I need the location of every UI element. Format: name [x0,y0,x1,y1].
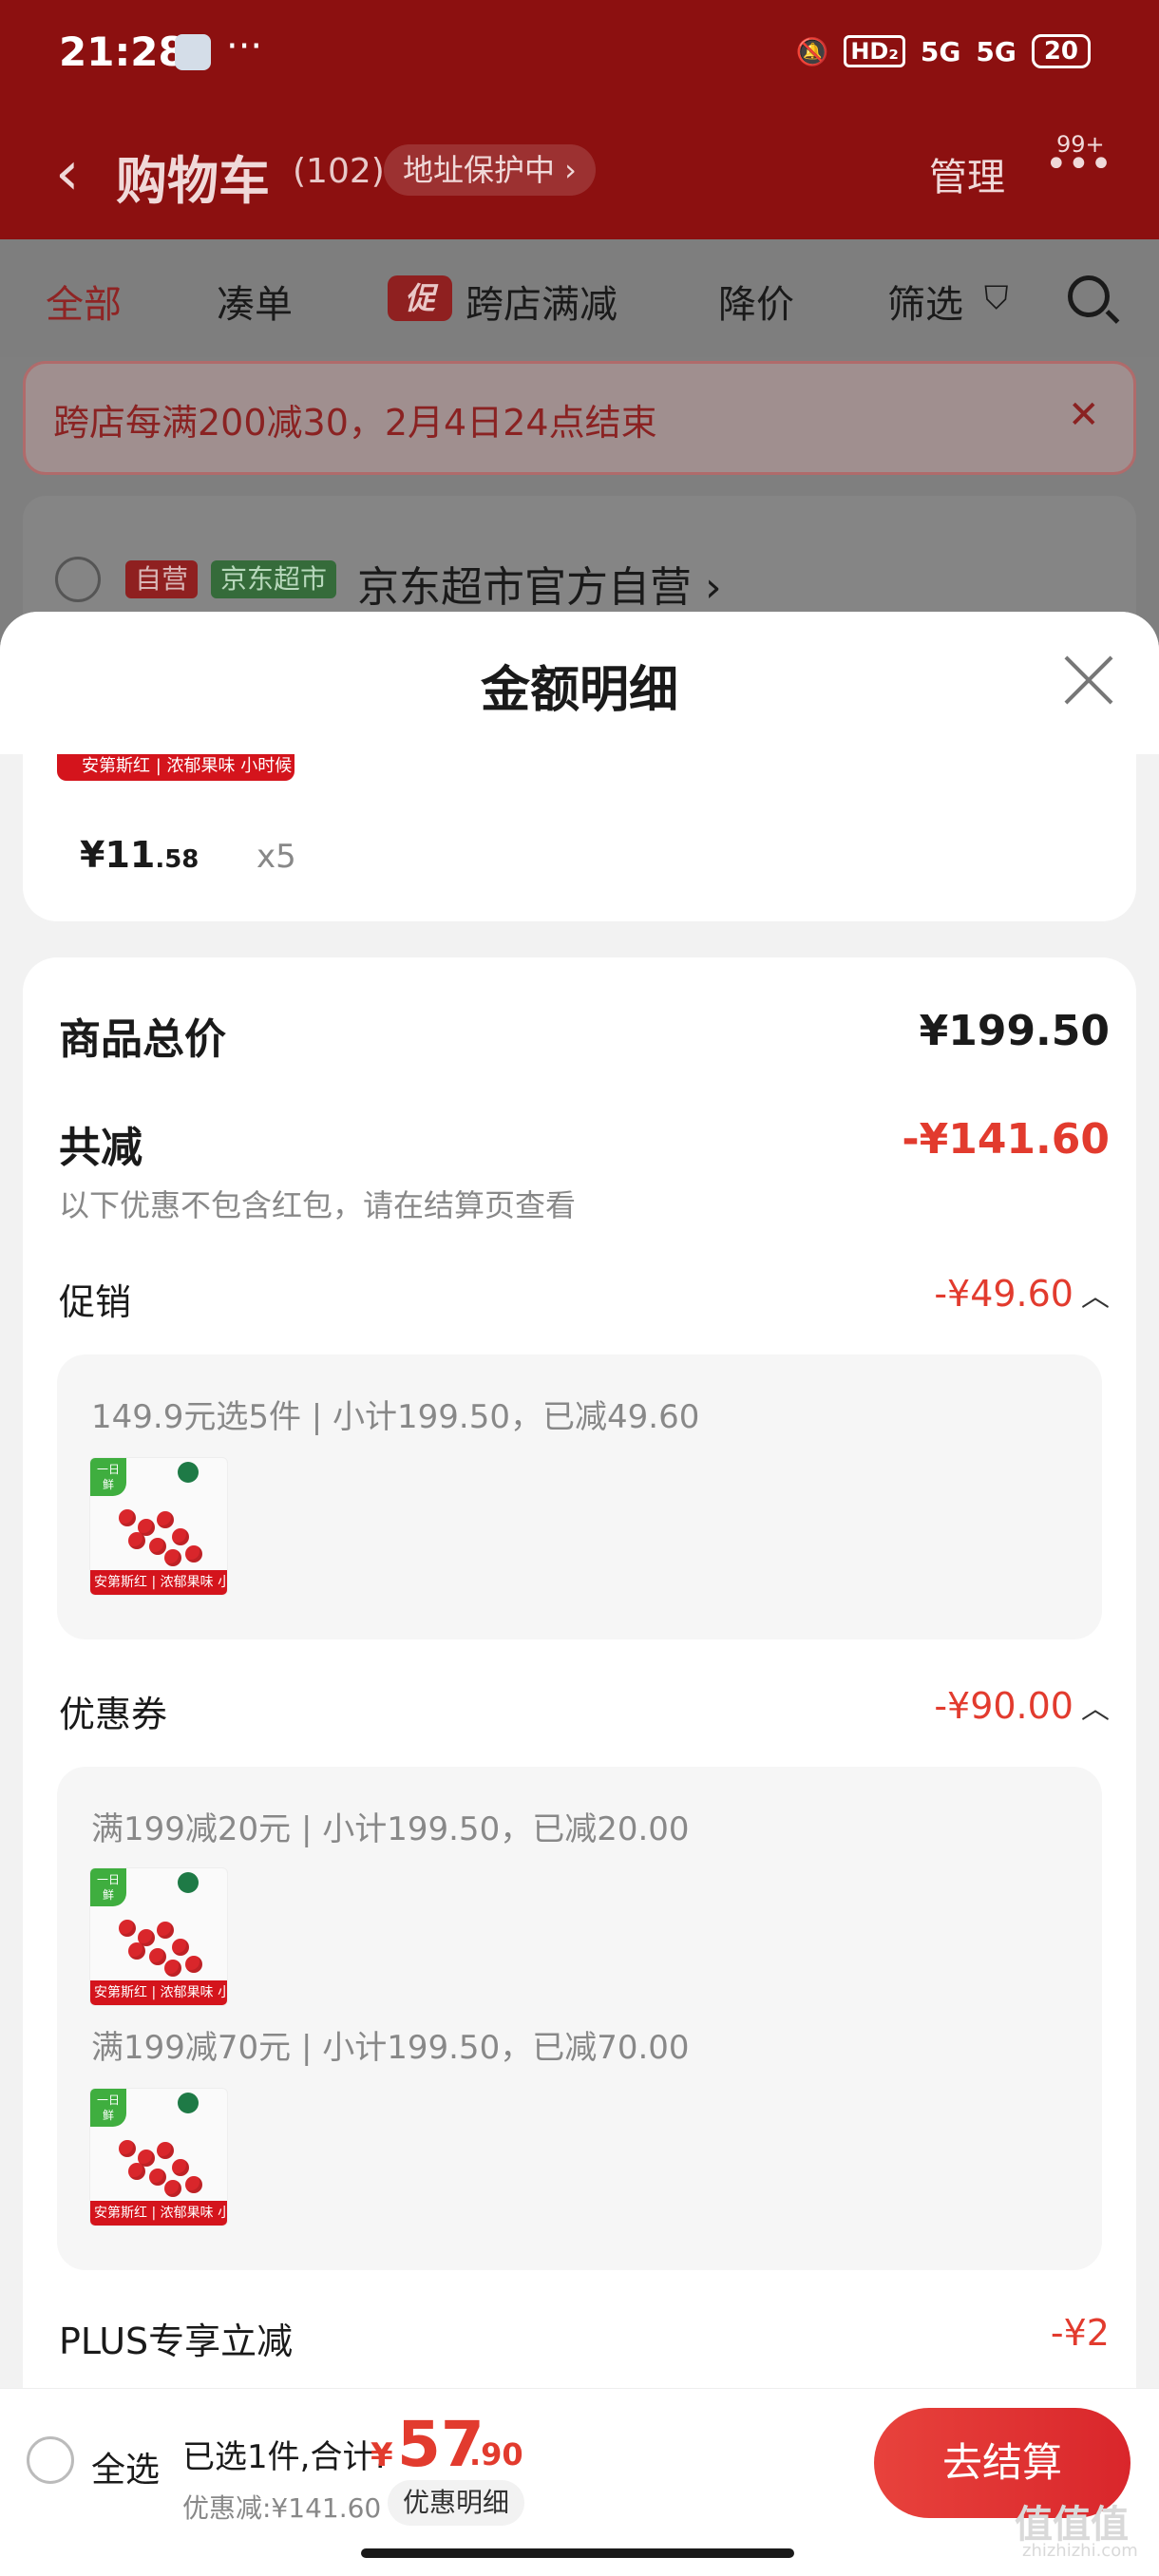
select-all-label[interactable]: 全选 [91,2442,160,2491]
cart-count: (102) [293,152,385,191]
promo-label: 促销 [59,1281,132,1323]
search-icon[interactable] [1068,275,1110,317]
brand-logo-icon [178,1462,199,1483]
supermarket-tag: 京东超市 [211,560,337,598]
battery-icon: 20 [1031,34,1091,68]
plus-label: PLUS专享立减 [59,2320,294,2362]
sheet-header: 金额明细 [0,612,1159,754]
more-icon[interactable]: ••• [1045,142,1112,186]
item-label-strip: 安第斯红 | 浓郁果味 小时候的味道 [57,754,294,801]
shop-name-link[interactable]: 京东超市官方自营 › [357,553,722,614]
promo-value-toggle[interactable]: -¥49.60 ︿ [934,1273,1110,1315]
back-icon[interactable]: ‹ [55,139,80,209]
total-currency: ¥ [370,2436,393,2474]
promo-tag-icon: 促 [388,275,452,321]
watermark-url: zhizhizhi.com [1022,2541,1138,2561]
total-label: 商品总价 [59,1015,226,1064]
tab-filter[interactable]: 筛选 [887,274,963,329]
tab-all[interactable]: 全部 [46,274,122,329]
amount-detail-sheet: 金额明细 安第斯红 | 浓郁果味 小时候的味道 ¥11.58 x5 商品总价 ¥… [0,612,1159,2388]
status-more-dots: ··· [226,25,263,68]
tab-combine[interactable]: 凑单 [217,274,293,329]
reduce-value: -¥141.60 [902,1115,1110,1164]
plus-value: -¥2 [1050,2312,1110,2354]
self-operated-tag: 自营 [125,560,199,598]
selected-summary: 已选1件,合计: [182,2438,386,2476]
sheet-title: 金额明细 [480,662,678,719]
signal-icon-2: 5G [976,35,1016,67]
brand-logo-icon [178,2093,199,2113]
hd-icon: HD₂ [844,35,905,67]
coupon-detail-text-2: 满199减70元 | 小计199.50，已减70.00 [91,2029,690,2067]
manage-button[interactable]: 管理 [929,146,1005,201]
status-indicators: 🔕 HD₂ 5G 5G 20 [795,34,1091,68]
close-icon[interactable]: ✕ [1068,393,1100,437]
page-title: 购物车 [116,151,270,211]
item-price: ¥11.58 [80,834,200,876]
product-thumbnail[interactable]: 一日鲜 安第斯红 | 浓郁果味 小时候的味道 [89,1457,228,1596]
close-icon[interactable] [1062,653,1115,707]
checkout-bar: 全选 已选1件,合计: ¥ 57 .90 优惠减:¥141.60 优惠明细 去结… [0,2388,1159,2576]
chevron-up-icon: ︿ [1081,1693,1110,1726]
filter-icon[interactable]: ⛉ [984,279,1009,317]
discount-total: 优惠减:¥141.60 [182,2492,382,2524]
status-bar: 21:28 ··· 🔕 HD₂ 5G 5G 20 [0,0,1159,112]
promo-banner-text: 跨店每满200减30，2月4日24点结束 [53,402,657,444]
reduce-label: 共减 [59,1124,142,1172]
total-decimal: .90 [469,2436,523,2472]
notification-app-icon [175,34,211,70]
status-time: 21:28 [59,28,186,75]
chevron-up-icon: ︿ [1081,1280,1110,1314]
product-thumbnail[interactable]: 一日鲜 安第斯红 | 浓郁果味 小时候的味道 [89,2088,228,2226]
brand-logo-icon [178,1872,199,1893]
mute-icon: 🔕 [795,35,829,67]
coupon-value-toggle[interactable]: -¥90.00 ︿ [934,1685,1110,1727]
discount-hint: 以下优惠不包含红包，请在结算页查看 [59,1187,577,1223]
home-indicator[interactable] [361,2548,794,2558]
tab-cross-store[interactable]: 跨店满减 [466,274,618,329]
coupon-detail-text-1: 满199减20元 | 小计199.50，已减20.00 [91,1810,690,1848]
signal-icon-1: 5G [920,35,961,67]
shop-select-radio[interactable] [55,557,101,602]
address-protection-pill[interactable]: 地址保护中 › [384,144,596,196]
total-value: ¥199.50 [919,1007,1110,1055]
coupon-label: 优惠券 [59,1694,168,1735]
item-quantity: x5 [256,838,296,876]
discount-detail-button[interactable]: 优惠明细 [388,2480,525,2526]
product-thumbnail[interactable]: 一日鲜 安第斯红 | 浓郁果味 小时候的味道 [89,1867,228,2006]
promo-detail-text: 149.9元选5件 | 小计199.50，已减49.60 [91,1398,700,1436]
tab-price-drop[interactable]: 降价 [718,274,794,329]
select-all-radio[interactable] [27,2436,74,2484]
